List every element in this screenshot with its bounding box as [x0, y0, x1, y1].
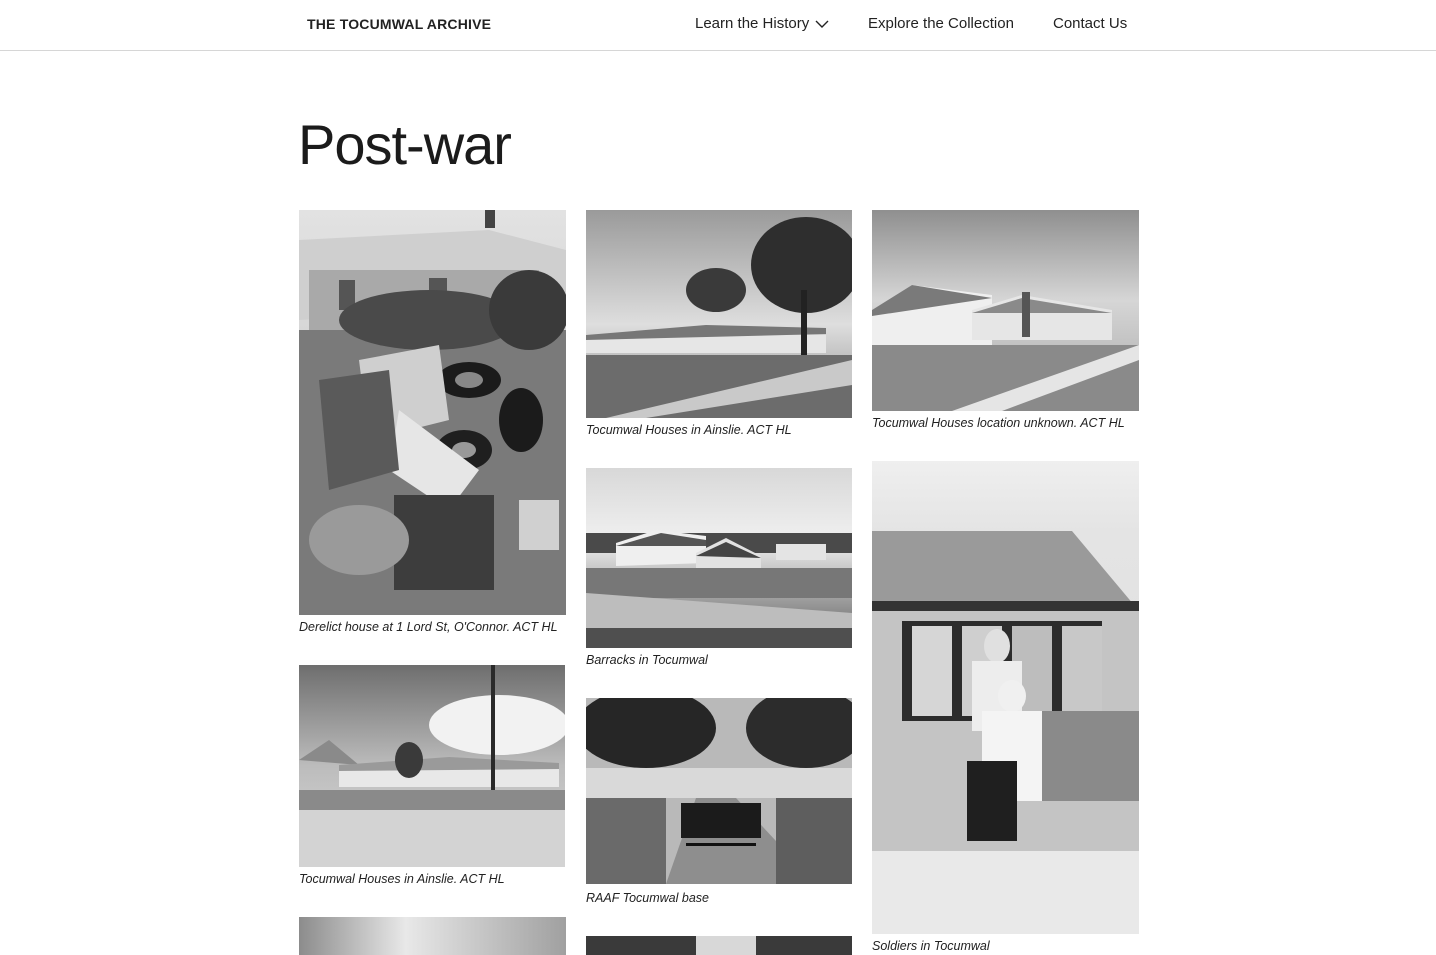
gallery-caption: Tocumwal Houses in Ainslie. ACT HL — [586, 423, 792, 437]
site-brand[interactable]: THE TOCUMWAL ARCHIVE — [307, 16, 491, 32]
gallery-caption: Tocumwal Houses in Ainslie. ACT HL — [299, 872, 505, 886]
nav-explore-collection[interactable]: Explore the Collection — [868, 15, 1014, 32]
gallery-item-partial-1[interactable] — [299, 917, 566, 955]
gallery-item-ainslie-houses-1[interactable]: Tocumwal Houses in Ainslie. ACT HL — [586, 210, 852, 437]
gallery-caption: Barracks in Tocumwal — [586, 653, 708, 667]
gallery-item-derelict-house[interactable]: Derelict house at 1 Lord St, O'Connor. A… — [299, 210, 566, 634]
gallery-caption: Tocumwal Houses location unknown. ACT HL — [872, 416, 1125, 430]
gallery-caption: Derelict house at 1 Lord St, O'Connor. A… — [299, 620, 558, 634]
photo-partial-2 — [586, 936, 852, 955]
gallery-item-houses-unknown[interactable]: Tocumwal Houses location unknown. ACT HL — [872, 210, 1139, 430]
gallery-item-ainslie-houses-2[interactable]: Tocumwal Houses in Ainslie. ACT HL — [299, 665, 565, 886]
gallery-caption: RAAF Tocumwal base — [586, 891, 709, 905]
photo-ainslie-houses-2 — [299, 665, 565, 867]
nav-contact-us[interactable]: Contact Us — [1053, 15, 1127, 32]
site-header: THE TOCUMWAL ARCHIVE Learn the History E… — [0, 0, 1436, 51]
gallery-item-barracks[interactable]: Barracks in Tocumwal — [586, 468, 852, 667]
nav-learn-history-label: Learn the History — [695, 15, 810, 32]
page-title: Post-war — [298, 113, 512, 176]
photo-barracks — [586, 468, 852, 648]
photo-soldiers — [872, 461, 1139, 934]
gallery-caption: Soldiers in Tocumwal — [872, 939, 990, 953]
gallery-item-raaf-base[interactable]: RAAF Tocumwal base — [586, 698, 852, 905]
photo-raaf-base — [586, 698, 852, 884]
photo-partial-1 — [299, 917, 566, 955]
photo-derelict-house — [299, 210, 566, 615]
chevron-down-icon — [815, 16, 829, 33]
gallery-item-soldiers[interactable]: Soldiers in Tocumwal — [872, 461, 1139, 953]
photo-ainslie-houses-1 — [586, 210, 852, 418]
photo-houses-unknown — [872, 210, 1139, 411]
gallery-item-partial-2[interactable] — [586, 936, 852, 955]
nav-learn-history[interactable]: Learn the History — [695, 15, 829, 33]
